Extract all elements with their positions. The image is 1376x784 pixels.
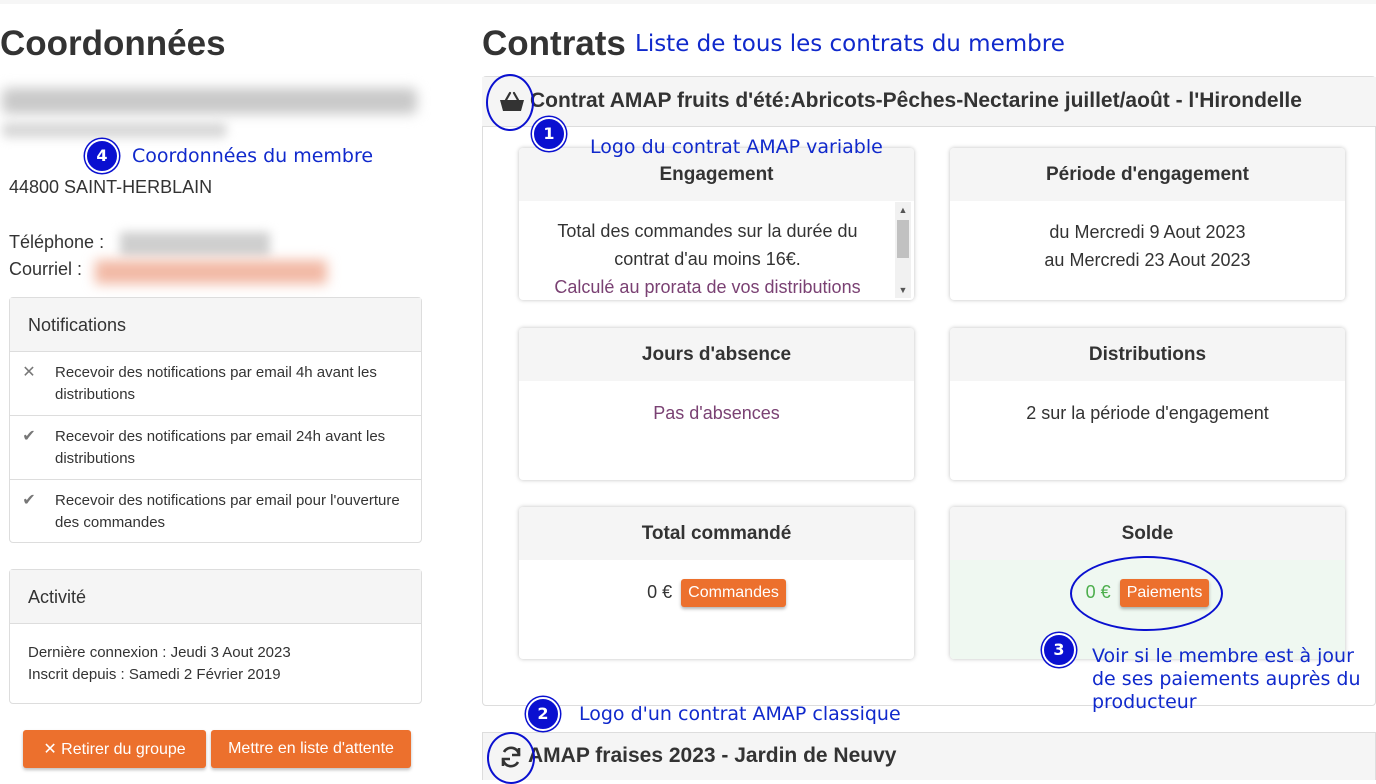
annotation-classic-logo: Logo d'un contrat AMAP classique <box>579 703 901 725</box>
annotation-contract-list: Liste de tous les contrats du membre <box>635 31 1065 57</box>
orders-button[interactable]: Commandes <box>681 579 786 608</box>
blurred-member-name <box>2 88 417 114</box>
notification-text: Recevoir des notifications par email 24h… <box>55 428 386 467</box>
distributions-card: Distributions 2 sur la période d'engagem… <box>950 328 1345 480</box>
scroll-down-icon[interactable]: ▼ <box>895 284 911 296</box>
contract-title[interactable]: Contrat AMAP fruits d'été:Abricots-Pêche… <box>530 89 1302 113</box>
absences-card: Jours d'absence Pas d'absences <box>519 328 914 480</box>
notification-item: ✕ Recevoir des notifications par email 4… <box>10 352 421 416</box>
period-from: du Mercredi 9 Aout 2023 <box>1049 222 1246 242</box>
phone-label: Téléphone : <box>9 232 105 252</box>
notification-text: Recevoir des notifications par email pou… <box>55 492 400 531</box>
notifications-panel: Notifications ✕ Recevoir des notificatio… <box>9 297 422 543</box>
total-title: Total commandé <box>519 507 914 560</box>
engagement-card: Engagement Total des commandes sur la du… <box>519 148 914 300</box>
blurred-member-address <box>2 122 227 138</box>
scroll-thumb[interactable] <box>897 220 909 258</box>
annotation-badge-3: 3 <box>1042 633 1076 667</box>
check-icon: ✔ <box>22 428 36 445</box>
annotation-variable-logo: Logo du contrat AMAP variable <box>590 136 883 158</box>
balance-title: Solde <box>950 507 1345 560</box>
blurred-phone <box>120 232 270 256</box>
absences-value: Pas d'absences <box>653 403 780 423</box>
notification-item: ✔ Recevoir des notifications par email 2… <box>10 416 421 480</box>
engagement-text: Total des commandes sur la durée du cont… <box>557 221 858 269</box>
engagement-scrollbar[interactable]: ▲ ▼ <box>895 202 911 298</box>
notifications-title: Notifications <box>10 298 421 352</box>
coordonnees-heading: Coordonnées <box>0 24 226 63</box>
check-icon: ✔ <box>22 492 36 509</box>
member-since: Inscrit depuis : Samedi 2 Février 2019 <box>28 666 281 683</box>
total-card: Total commandé 0 € Commandes <box>519 507 914 659</box>
last-login: Dernière connexion : Jeudi 3 Aout 2023 <box>28 644 291 661</box>
contract-title-2[interactable]: AMAP fraises 2023 - Jardin de Neuvy <box>528 744 896 768</box>
total-value: 0 € <box>647 582 673 602</box>
notification-item: ✔ Recevoir des notifications par email p… <box>10 480 421 544</box>
x-icon: ✕ <box>22 364 36 381</box>
waitlist-button[interactable]: Mettre en liste d'attente <box>211 730 411 768</box>
distributions-value: 2 sur la période d'engagement <box>1026 403 1269 423</box>
period-card: Période d'engagement du Mercredi 9 Aout … <box>950 148 1345 300</box>
distributions-title: Distributions <box>950 328 1345 381</box>
remove-from-group-button[interactable]: ✕ Retirer du groupe <box>23 730 206 768</box>
period-to: au Mercredi 23 Aout 2023 <box>1044 250 1251 270</box>
annotation-payments: Voir si le membre est à jour de ses paie… <box>1092 645 1361 713</box>
scroll-up-icon[interactable]: ▲ <box>895 204 911 216</box>
activity-title: Activité <box>10 570 421 624</box>
notification-text: Recevoir des notifications par email 4h … <box>55 364 377 403</box>
annotation-ring-refresh <box>487 732 535 784</box>
email-label: Courriel : <box>9 259 83 279</box>
annotation-badge-4: 4 <box>85 139 119 173</box>
top-edge <box>0 0 1376 4</box>
annotation-badge-1: 1 <box>532 117 566 151</box>
contrats-heading: Contrats <box>482 24 626 63</box>
period-title: Période d'engagement <box>950 148 1345 201</box>
annotation-badge-2: 2 <box>526 697 560 731</box>
absences-title: Jours d'absence <box>519 328 914 381</box>
annotation-ring-basket <box>486 74 534 131</box>
engagement-note: Calculé au prorata de vos distributions <box>554 277 861 297</box>
annotation-ring-balance <box>1070 556 1223 631</box>
member-city: 44800 SAINT-HERBLAIN <box>9 177 213 197</box>
annotation-member-info: Coordonnées du membre <box>132 145 374 167</box>
blurred-email-link[interactable] <box>95 260 327 284</box>
activity-panel: Activité Dernière connexion : Jeudi 3 Ao… <box>9 569 422 704</box>
